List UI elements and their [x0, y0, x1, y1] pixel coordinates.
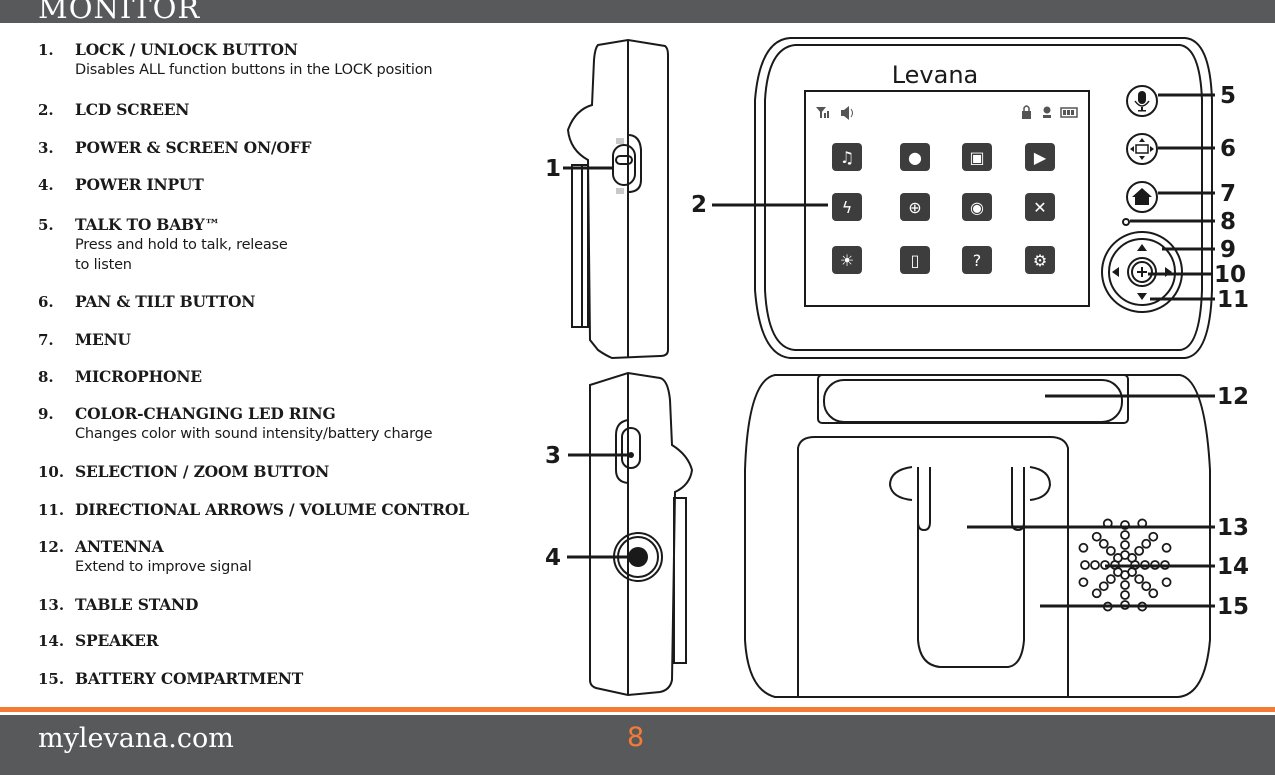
- svg-text:▯: ▯: [911, 251, 920, 270]
- speaker-hole: [1078, 542, 1089, 553]
- callout-4: 4: [545, 545, 561, 571]
- speaker-volume-icon: [841, 106, 853, 120]
- back-view: [744, 374, 1211, 698]
- brightness-icon: ☀: [832, 246, 862, 274]
- footer-bar: mylevana.com 8: [0, 715, 1275, 775]
- power-saving-off-icon: ϟ: [832, 193, 862, 221]
- callout-3: 3: [545, 443, 561, 469]
- speaker-hole: [1105, 574, 1116, 585]
- svg-text:◉: ◉: [970, 198, 984, 217]
- settings-gear-icon: ⚙: [1025, 246, 1055, 274]
- select-zoom-icon: [1137, 267, 1147, 277]
- camera-1-icon: [1043, 106, 1051, 118]
- callout-13: 13: [1217, 515, 1249, 541]
- speaker-hole: [1161, 577, 1172, 588]
- speaker-hole: [1091, 588, 1102, 599]
- menu-icon-grid: ♫ ● ▣ ▶ ϟ ⊕ ◉ ✕ ☀ ▯? ⚙: [832, 143, 1055, 274]
- pan-tilt-icon: ✕: [1025, 193, 1055, 221]
- side-view-right: [589, 371, 694, 697]
- svg-text:☀: ☀: [840, 251, 854, 270]
- svg-text:?: ?: [973, 251, 982, 270]
- pair-camera-icon: ▯: [900, 246, 930, 274]
- svg-text:▶: ▶: [1034, 148, 1047, 167]
- callout-9: 9: [1220, 237, 1236, 263]
- camera-icon: ◉: [962, 193, 992, 221]
- speaker-hole: [1120, 580, 1130, 590]
- speaker-hole: [1141, 581, 1152, 592]
- status-bar: [816, 105, 1078, 120]
- camera-snapshot-icon: ●: [900, 143, 930, 171]
- svg-text:ϟ: ϟ: [842, 198, 853, 217]
- speaker-hole: [1080, 560, 1090, 570]
- speaker-hole: [1141, 538, 1152, 549]
- brand-logo: Levana: [892, 61, 979, 89]
- website-link[interactable]: mylevana.com: [38, 723, 234, 754]
- zoom-in-icon: ⊕: [900, 193, 930, 221]
- speaker-hole: [1120, 590, 1130, 600]
- speaker-hole: [1148, 588, 1159, 599]
- svg-text:⊕: ⊕: [908, 198, 921, 217]
- video-record-icon: ▣: [962, 143, 992, 171]
- footer-accent-line: [0, 707, 1275, 712]
- speaker-hole: [1091, 531, 1102, 542]
- svg-text:⚙: ⚙: [1033, 251, 1047, 270]
- playback-icon: ▶: [1025, 143, 1055, 171]
- battery-icon: [1060, 107, 1078, 118]
- speaker-hole: [1127, 553, 1137, 563]
- lock-icon: [1022, 105, 1031, 119]
- callout-12: 12: [1217, 384, 1249, 410]
- callout-7: 7: [1220, 181, 1236, 207]
- speaker-hole: [1120, 530, 1130, 540]
- speaker-hole: [1120, 540, 1130, 550]
- speaker-hole: [1134, 545, 1145, 556]
- callout-14: 14: [1217, 554, 1249, 580]
- pan-tilt-icon: [1130, 138, 1154, 160]
- callout-10: 10: [1214, 262, 1246, 288]
- callout-15: 15: [1217, 594, 1249, 620]
- signal-icon: [816, 107, 829, 118]
- svg-text:♫: ♫: [840, 148, 854, 167]
- microphone-icon: [1134, 91, 1150, 112]
- speaker-hole: [1090, 560, 1100, 570]
- mute-music-icon: ♫: [832, 143, 862, 171]
- callout-8: 8: [1220, 209, 1236, 235]
- help-icon: ?: [962, 246, 992, 274]
- svg-text:✕: ✕: [1033, 198, 1046, 217]
- speaker-hole: [1161, 542, 1172, 553]
- callout-5: 5: [1220, 83, 1236, 109]
- speaker-hole: [1134, 574, 1145, 585]
- svg-text:▣: ▣: [969, 148, 984, 167]
- callout-11: 11: [1217, 287, 1249, 313]
- side-view-left: [566, 38, 669, 360]
- page-number: 8: [627, 722, 645, 753]
- svg-text:●: ●: [908, 148, 922, 167]
- speaker-hole: [1098, 581, 1109, 592]
- callout-6: 6: [1220, 136, 1236, 162]
- home-menu-icon: [1132, 188, 1152, 205]
- callout-1: 1: [545, 156, 561, 182]
- callout-2: 2: [691, 192, 707, 218]
- speaker-hole: [1105, 545, 1116, 556]
- monitor-diagram: Levana ♫ ● ▣ ▶ ϟ ⊕ ◉ ✕ ☀ ▯? ⚙ 1 2 3 4 5 6 …: [545, 37, 1249, 698]
- speaker-hole: [1098, 538, 1109, 549]
- speaker-hole: [1078, 577, 1089, 588]
- speaker-hole: [1148, 531, 1159, 542]
- button-glyphs: [1112, 91, 1172, 300]
